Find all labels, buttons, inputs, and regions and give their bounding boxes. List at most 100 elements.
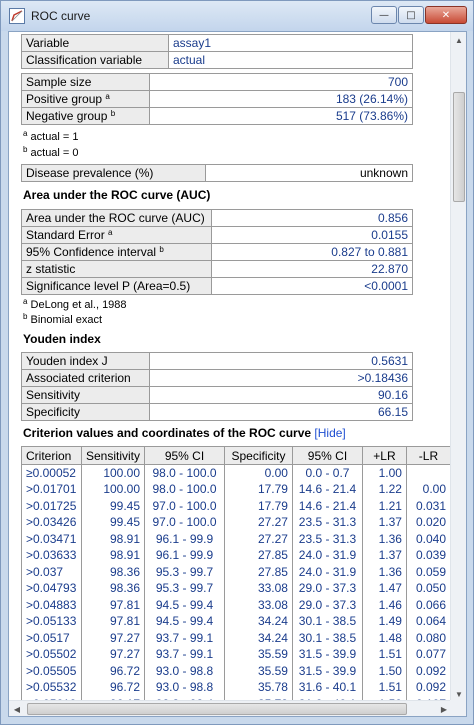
table-cell: 95.3 - 99.7 <box>144 580 225 597</box>
footnote-marker: b <box>23 312 28 321</box>
negative-group-text: Negative group <box>26 109 108 123</box>
table-cell: 97.0 - 100.0 <box>144 514 225 531</box>
footnote-marker: b <box>159 245 164 254</box>
vertical-scroll-thumb[interactable] <box>453 92 465 202</box>
table-row: >0.04793 98.36 95.3 - 99.7 33.08 29.0 - 37.3… <box>21 580 451 597</box>
table-cell: 35.59 <box>224 646 293 663</box>
table-cell: 98.36 <box>80 580 146 597</box>
variable-label: Variable <box>21 34 169 52</box>
table-cell: 0.092 <box>405 662 451 679</box>
positive-group-value: 183 (26.14%) <box>149 90 413 108</box>
vertical-scrollbar[interactable]: ▲ ▼ <box>450 32 466 702</box>
table-cell: 97.81 <box>80 613 146 630</box>
negative-group-label: Negative group b <box>21 107 150 125</box>
close-button[interactable]: ✕ <box>425 6 467 24</box>
associated-criterion-value: >0.18436 <box>149 369 413 387</box>
table-cell: 23.5 - 31.3 <box>291 514 363 531</box>
significance-level-value: <0.0001 <box>211 277 413 295</box>
table-cell: >0.05133 <box>21 613 82 630</box>
table-cell: 14.6 - 21.4 <box>291 497 363 514</box>
footnote-marker: a <box>108 228 113 237</box>
table-cell: 96.72 <box>80 679 146 696</box>
column-header: Specificity <box>224 446 293 465</box>
table-cell: 1.50 <box>361 662 407 679</box>
table-cell: 97.0 - 100.0 <box>144 497 225 514</box>
auc-value: 0.856 <box>211 209 413 227</box>
footnote-marker: a <box>23 297 28 306</box>
auc-table: Area under the ROC curve (AUC) 0.856 Sta… <box>21 209 413 295</box>
sensitivity-value: 90.16 <box>149 386 413 404</box>
chart-icon <box>9 8 25 24</box>
table-cell: 0.039 <box>405 547 451 564</box>
table-cell: 0.077 <box>405 646 451 663</box>
table-row: Positive group a 183 (26.14%) <box>21 90 413 108</box>
table-cell: >0.04793 <box>21 580 82 597</box>
column-header: 95% CI <box>291 446 363 465</box>
table-cell: 99.45 <box>80 497 146 514</box>
table-cell: >0.0517 <box>21 629 82 646</box>
table-cell: 27.85 <box>224 547 293 564</box>
table-cell: 30.1 - 38.5 <box>291 629 363 646</box>
maximize-button[interactable]: □ <box>398 6 424 24</box>
table-cell: ≥0.00052 <box>21 464 82 481</box>
footnote-marker: b <box>110 109 116 118</box>
table-row: Significance level P (Area=0.5) <0.0001 <box>21 277 413 295</box>
table-cell: 96.72 <box>80 662 146 679</box>
table-row: Sensitivity 90.16 <box>21 386 413 404</box>
table-cell: 35.78 <box>224 679 293 696</box>
sensitivity-label: Sensitivity <box>21 386 150 404</box>
table-cell: >0.03426 <box>21 514 82 531</box>
table-cell: 34.24 <box>224 613 293 630</box>
table-cell: 31.5 - 39.9 <box>291 646 363 663</box>
table-cell: 31.5 - 39.9 <box>291 662 363 679</box>
table-cell: 1.36 <box>361 563 407 580</box>
roc-curve-window: ROC curve — □ ✕ Variable assay1 Classifi… <box>0 0 474 725</box>
table-row: Negative group b 517 (73.86%) <box>21 107 413 125</box>
classification-variable-value: actual <box>168 51 413 69</box>
criterion-body: ≥0.00052 100.00 98.0 - 100.0 0.00 0.0 - 0.7 1… <box>21 464 451 712</box>
hide-link[interactable]: [Hide] <box>314 426 345 440</box>
report-content: Variable assay1 Classification variable … <box>9 32 451 716</box>
table-row: 95% Confidence interval b 0.827 to 0.881 <box>21 243 413 261</box>
table-cell: 1.37 <box>361 547 407 564</box>
prevalence-table: Disease prevalence (%) unknown <box>21 164 413 182</box>
table-cell: >0.05505 <box>21 662 82 679</box>
table-cell: 14.6 - 21.4 <box>291 481 363 498</box>
confidence-interval-value: 0.827 to 0.881 <box>211 243 413 261</box>
column-header: +LR <box>361 446 407 465</box>
table-cell: 30.1 - 38.5 <box>291 613 363 630</box>
footnote: b actual = 0 <box>23 145 79 159</box>
horizontal-scroll-thumb[interactable] <box>27 703 407 715</box>
column-header: -LR <box>405 446 451 465</box>
table-cell: 0.059 <box>405 563 451 580</box>
prevalence-label: Disease prevalence (%) <box>21 164 206 182</box>
table-cell: 97.27 <box>80 629 146 646</box>
confidence-interval-label: 95% Confidence interval b <box>21 243 212 261</box>
table-cell: 1.48 <box>361 629 407 646</box>
scroll-up-arrow-icon[interactable]: ▲ <box>451 32 466 48</box>
horizontal-scrollbar[interactable]: ◀ ▶ <box>9 700 452 716</box>
table-cell: 93.0 - 98.8 <box>144 662 225 679</box>
title-bar[interactable]: ROC curve — □ ✕ <box>1 1 473 31</box>
footnote-marker: a <box>105 92 110 101</box>
table-cell: 27.27 <box>224 514 293 531</box>
standard-error-value: 0.0155 <box>211 226 413 244</box>
table-cell: 23.5 - 31.3 <box>291 530 363 547</box>
table-cell: >0.05502 <box>21 646 82 663</box>
table-row: >0.03471 98.91 96.1 - 99.9 27.27 23.5 - 31.3… <box>21 530 451 547</box>
z-statistic-label: z statistic <box>21 260 212 278</box>
table-row: >0.05133 97.81 94.5 - 99.4 34.24 30.1 - 38.5… <box>21 613 451 630</box>
table-cell: 0.064 <box>405 613 451 630</box>
confidence-interval-text: 95% Confidence interval <box>26 245 157 259</box>
specificity-label: Specificity <box>21 403 150 421</box>
table-cell: 1.47 <box>361 580 407 597</box>
footnote: a DeLong et al., 1988 <box>23 297 127 311</box>
scroll-left-arrow-icon[interactable]: ◀ <box>9 701 25 716</box>
table-cell: 1.21 <box>361 497 407 514</box>
youden-index-label: Youden index J <box>21 352 150 370</box>
prevalence-value: unknown <box>205 164 413 182</box>
table-row: ≥0.00052 100.00 98.0 - 100.0 0.00 0.0 - 0.7 1… <box>21 464 451 481</box>
table-cell: 99.45 <box>80 514 146 531</box>
minimize-button[interactable]: — <box>371 6 397 24</box>
table-cell: 0.066 <box>405 596 451 613</box>
